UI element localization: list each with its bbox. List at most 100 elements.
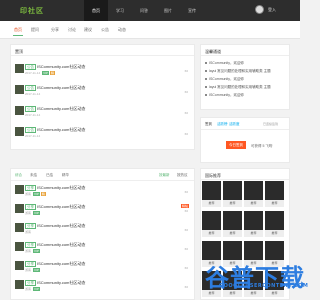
post-title[interactable]: ISCommunity.com社区动态 [37, 185, 85, 191]
recommend-item[interactable]: 推荐 [223, 181, 242, 207]
recommend-thumbnail[interactable] [265, 181, 284, 200]
post-meta: 游客 VIP [25, 287, 40, 291]
tab-share[interactable]: 分享 [51, 27, 59, 33]
post-title[interactable]: ISCommunity.com社区动态 [37, 242, 85, 248]
category-tabs: 首页 提问 分享 讨论 建议 公告 动态 [0, 21, 300, 39]
user-avatar-icon[interactable] [255, 5, 264, 14]
tab-dynamic[interactable]: 动态 [118, 27, 126, 33]
recommend-thumbnail[interactable] [202, 181, 221, 200]
post-meta: 游客 VIP [25, 211, 40, 215]
tab-question[interactable]: 提问 [31, 27, 39, 33]
post-thumbnail[interactable] [15, 242, 24, 251]
notice-link[interactable]: layui 常见问题的处理和实用辅助类 主题 [205, 69, 271, 74]
recommend-item[interactable]: 推荐 [265, 181, 284, 207]
notice-link[interactable]: ISCommunity，欢迎你 [205, 93, 244, 98]
filter-closed[interactable]: 已结 [46, 173, 53, 178]
filter-featured[interactable]: 精华 [62, 173, 69, 178]
recommend-caption: 推荐 [244, 230, 263, 237]
recommend-thumbnail[interactable] [244, 211, 263, 230]
tab-notice[interactable]: 公告 [101, 27, 109, 33]
panel-title: 国际推荐 [205, 173, 221, 178]
signin-tab[interactable]: 签到 [205, 122, 212, 127]
table-row[interactable]: 分享 ISCommunity.com社区动态 游客 VIP 66 [11, 258, 194, 275]
post-tag: 分享 [25, 261, 36, 267]
active-rank-tab[interactable]: 活跃榜 [217, 122, 228, 127]
signin-button[interactable]: 今日签到 [226, 141, 246, 149]
list-item[interactable]: 公告 ISCommunity.com社区动态 2017-11-14 66 [11, 82, 194, 99]
table-row[interactable]: 分享 ISCommunity.com社区动态 游客 VIP 精 66 [11, 182, 194, 199]
nav-item-images[interactable]: 图片 [156, 0, 180, 21]
post-tag: 分享 [25, 204, 36, 210]
nav-item-learn[interactable]: 学习 [108, 0, 132, 21]
tab-home[interactable]: 首页 [14, 27, 22, 33]
post-thumbnail[interactable] [15, 204, 24, 213]
recommend-thumbnail[interactable] [223, 181, 242, 200]
nav-item-home[interactable]: 首页 [84, 0, 108, 21]
post-title[interactable]: ISCommunity.com社区动态 [37, 280, 85, 286]
post-title[interactable]: ISCommunity.com社区动态 [37, 204, 85, 210]
recommend-item[interactable]: 推荐 [244, 211, 263, 237]
table-row[interactable]: 分享 ISCommunity.com社区动态 游客 VIP 精帖 66 [11, 201, 194, 218]
post-title[interactable]: ISCommunity.com社区动态 [37, 261, 85, 267]
table-row[interactable]: 分享 ISCommunity.com社区动态 游客 VIP 66 [11, 277, 194, 294]
table-row[interactable]: 分享 ISCommunity.com社区动态 游客 66 [11, 220, 194, 237]
comment-count: 66 [184, 266, 188, 270]
comment-count: 66 [184, 132, 188, 136]
post-meta: 游客 VIP 精 [25, 192, 46, 196]
comment-count: 66 [184, 69, 188, 73]
panel-header: 国际推荐 [201, 169, 289, 180]
recommend-caption: 推荐 [223, 230, 242, 237]
recommend-item[interactable]: 推荐 [223, 211, 242, 237]
post-thumbnail[interactable] [15, 185, 24, 194]
recommend-item[interactable]: 推荐 [202, 181, 221, 207]
post-tag: 分享 [25, 223, 36, 229]
list-item[interactable]: 公告 ISCommunity.com社区动态 2017-11-14 66 [11, 103, 194, 120]
recommend-thumbnail[interactable] [244, 181, 263, 200]
tab-suggest[interactable]: 建议 [84, 27, 92, 33]
filter-open[interactable]: 未结 [30, 173, 37, 178]
top-bar: 印社区 首页 学习 问答 图片 宣传 登入 [0, 0, 300, 21]
sort-newest[interactable]: 按最新 [159, 173, 170, 178]
recommend-item[interactable]: 推荐 [244, 181, 263, 207]
post-title[interactable]: ISCommunity.com社区动态 [37, 223, 85, 229]
recommend-item[interactable]: 推荐 [265, 211, 284, 237]
tab-discuss[interactable]: 讨论 [68, 27, 76, 33]
hot-badge: 精帖 [180, 204, 189, 208]
recommend-thumbnail[interactable] [265, 211, 284, 230]
recommend-thumbnail[interactable] [223, 211, 242, 230]
notice-link[interactable]: ISCommunity，欢迎你 [205, 61, 244, 66]
post-thumbnail[interactable] [15, 85, 24, 94]
post-tag: 公告 [25, 127, 36, 133]
post-thumbnail[interactable] [15, 223, 24, 232]
nav-item-qa[interactable]: 问答 [132, 0, 156, 21]
site-logo[interactable]: 印社区 [20, 6, 44, 16]
post-title[interactable]: ISCommunity.com社区动态 [37, 106, 85, 112]
list-item[interactable]: 公告 ISCommunity.com社区动态 2017-11-14 VIP 精 66 [11, 61, 194, 78]
sort-hot[interactable]: 按热议 [177, 173, 188, 178]
recommend-thumbnail[interactable] [202, 211, 221, 230]
table-row[interactable]: 分享 ISCommunity.com社区动态 游客 VIP 66 [11, 239, 194, 256]
activity-tab[interactable]: 活跃度 [229, 122, 240, 127]
recommend-item[interactable]: 推荐 [202, 211, 221, 237]
post-meta: 游客 [25, 230, 32, 234]
list-item[interactable]: 公告 ISCommunity.com社区动态 2017-11-14 66 [11, 124, 194, 141]
post-thumbnail[interactable] [15, 261, 24, 270]
notice-link[interactable]: layui 常见问题的处理和实用辅助类 主题 [205, 85, 271, 90]
nav-item-promo[interactable]: 宣传 [180, 0, 204, 21]
post-title[interactable]: ISCommunity.com社区动态 [37, 64, 85, 70]
notice-link[interactable]: ISCommunity，欢迎你 [205, 77, 244, 82]
active-tab-underline [13, 35, 23, 36]
panel-header: 温馨通道 [201, 45, 289, 56]
post-title[interactable]: ISCommunity.com社区动态 [37, 127, 85, 133]
post-thumbnail[interactable] [15, 127, 24, 136]
post-tag: 分享 [25, 242, 36, 248]
post-thumbnail[interactable] [15, 280, 24, 289]
post-meta: 2017-11-14 [25, 92, 41, 96]
post-thumbnail[interactable] [15, 64, 24, 73]
pinned-panel: 置顶 公告 ISCommunity.com社区动态 2017-11-14 VIP 精… [10, 44, 195, 150]
login-link[interactable]: 登入 [268, 7, 276, 13]
post-title[interactable]: ISCommunity.com社区动态 [37, 85, 85, 91]
recommend-caption: 推荐 [223, 200, 242, 207]
post-thumbnail[interactable] [15, 106, 24, 115]
filter-all[interactable]: 综合 [15, 173, 22, 178]
